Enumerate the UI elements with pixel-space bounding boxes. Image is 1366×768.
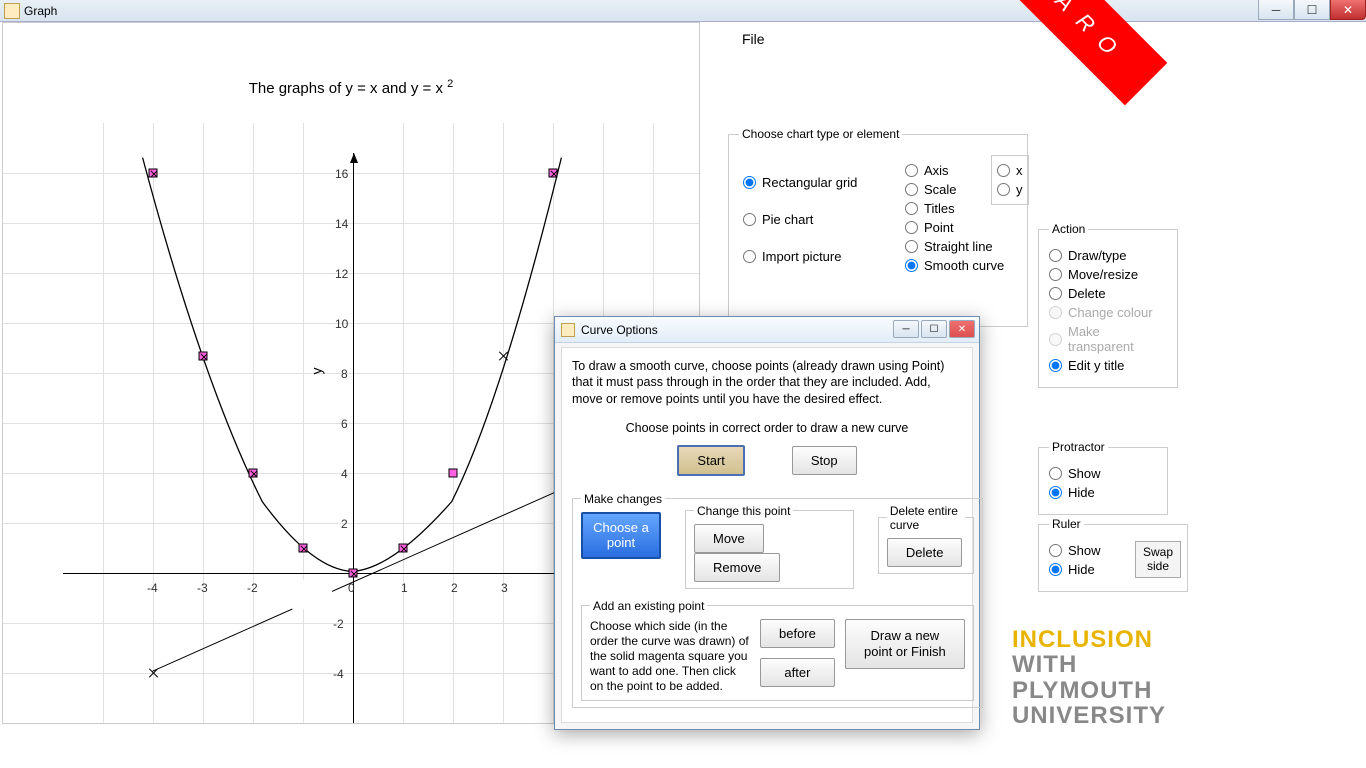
x-tick: -1	[297, 581, 308, 595]
make-changes-legend: Make changes	[581, 492, 665, 506]
swap-side-button[interactable]: Swap side	[1135, 541, 1181, 578]
y-tick: -2	[333, 617, 344, 631]
dialog-minimize-button[interactable]: ─	[893, 320, 919, 338]
radio-scale[interactable]: Scale	[905, 182, 1004, 197]
y-tick: 12	[335, 267, 348, 281]
chart-type-legend: Choose chart type or element	[739, 127, 902, 141]
y-tick: 16	[335, 167, 348, 181]
radio-delete[interactable]: Delete	[1049, 286, 1167, 301]
action-group: Action Draw/type Move/resize Delete Chan…	[1038, 222, 1178, 388]
radio-rect-grid[interactable]: Rectangular grid	[743, 175, 857, 190]
draw-or-finish-button[interactable]: Draw a new point or Finish	[845, 619, 965, 669]
dialog-titlebar[interactable]: Curve Options ─ ☐ ✕	[555, 317, 979, 343]
dialog-close-button[interactable]: ✕	[949, 320, 975, 338]
x-tick: -3	[197, 581, 208, 595]
x-tick: 0	[348, 581, 355, 595]
protractor-legend: Protractor	[1049, 440, 1108, 454]
plymouth-logo: INCLUSION WITH PLYMOUTH UNIVERSITY	[1012, 627, 1166, 728]
radio-change-colour: Change colour	[1049, 305, 1167, 320]
dialog-title: Curve Options	[581, 323, 658, 337]
x-tick: 3	[501, 581, 508, 595]
y-tick: 4	[341, 467, 348, 481]
window-title: Graph	[24, 4, 57, 18]
delete-button[interactable]: Delete	[887, 538, 963, 567]
radio-axis[interactable]: Axis	[905, 163, 1004, 178]
ruler-legend: Ruler	[1049, 517, 1084, 531]
y-axis-label: y	[309, 368, 325, 375]
curve-point[interactable]	[549, 169, 558, 178]
y-axis	[353, 153, 354, 723]
radio-draw[interactable]: Draw/type	[1049, 248, 1167, 263]
curve-point[interactable]	[299, 544, 308, 553]
dialog-maximize-button[interactable]: ☐	[921, 320, 947, 338]
change-this-point-legend: Change this point	[694, 504, 793, 518]
radio-straight-line[interactable]: Straight line	[905, 239, 1004, 254]
make-changes-group: Make changes Choose a point Change this …	[572, 492, 983, 708]
remove-button[interactable]: Remove	[694, 553, 780, 582]
y-tick: 6	[341, 417, 348, 431]
chart-type-group: Choose chart type or element Rectangular…	[728, 127, 1028, 327]
curve-point[interactable]	[349, 569, 358, 578]
app-icon	[4, 3, 20, 19]
y-tick: 14	[335, 217, 348, 231]
window-maximize-button[interactable]: ☐	[1294, 0, 1330, 20]
protractor-group: Protractor Show Hide	[1038, 440, 1168, 515]
ruler-group: Ruler Show Hide Swap side	[1038, 517, 1188, 592]
choose-points-label: Choose points in correct order to draw a…	[572, 421, 962, 435]
y-tick: 2	[341, 517, 348, 531]
radio-point[interactable]: Point	[905, 220, 1004, 235]
change-this-point-group: Change this point Move Remove	[685, 504, 854, 589]
add-existing-legend: Add an existing point	[590, 599, 707, 613]
stop-button[interactable]: Stop	[792, 446, 857, 475]
x-tick: 1	[401, 581, 408, 595]
y-axis-arrow-icon	[350, 153, 358, 163]
dialog-intro-text: To draw a smooth curve, choose points (a…	[572, 358, 962, 407]
curve-point[interactable]	[149, 169, 158, 178]
before-button[interactable]: before	[760, 619, 835, 648]
curve-point[interactable]	[399, 544, 408, 553]
radio-y[interactable]: y	[997, 182, 1023, 197]
window-minimize-button[interactable]: ─	[1258, 0, 1294, 20]
radio-protractor-show[interactable]: Show	[1049, 466, 1157, 481]
move-button[interactable]: Move	[694, 524, 764, 553]
radio-protractor-hide[interactable]: Hide	[1049, 485, 1157, 500]
curve-options-dialog: Curve Options ─ ☐ ✕ To draw a smooth cur…	[554, 316, 980, 730]
add-help-text: Choose which side (in the order the curv…	[590, 619, 750, 694]
after-button[interactable]: after	[760, 658, 835, 687]
radio-x[interactable]: x	[997, 163, 1023, 178]
choose-a-point-button[interactable]: Choose a point	[581, 512, 661, 559]
y-tick: 10	[335, 317, 348, 331]
line-point[interactable]	[498, 351, 508, 361]
radio-import-picture[interactable]: Import picture	[743, 249, 857, 264]
radio-edit-y-title[interactable]: Edit y title	[1049, 358, 1167, 373]
dialog-icon	[561, 323, 575, 337]
add-existing-group: Add an existing point Choose which side …	[581, 599, 974, 701]
curve-point[interactable]	[249, 469, 258, 478]
start-button[interactable]: Start	[677, 445, 744, 476]
window-close-button[interactable]: ✕	[1330, 0, 1366, 20]
x-tick: -4	[147, 581, 158, 595]
x-tick: 2	[451, 581, 458, 595]
radio-pie-chart[interactable]: Pie chart	[743, 212, 857, 227]
curve-point[interactable]	[199, 352, 208, 361]
window-titlebar: Graph ─ ☐ ✕	[0, 0, 1366, 22]
line-point[interactable]	[148, 668, 158, 678]
radio-move[interactable]: Move/resize	[1049, 267, 1167, 282]
y-tick: -4	[333, 667, 344, 681]
menu-file[interactable]: File	[734, 28, 773, 50]
delete-curve-legend: Delete entire curve	[887, 504, 965, 532]
radio-titles[interactable]: Titles	[905, 201, 1004, 216]
action-legend: Action	[1049, 222, 1088, 236]
curve-point-selected[interactable]	[449, 469, 458, 478]
radio-make-transparent: Make transparent	[1049, 324, 1167, 354]
x-tick: -2	[247, 581, 258, 595]
y-tick: 8	[341, 367, 348, 381]
radio-smooth-curve[interactable]: Smooth curve	[905, 258, 1004, 273]
delete-curve-group: Delete entire curve Delete	[878, 504, 974, 574]
